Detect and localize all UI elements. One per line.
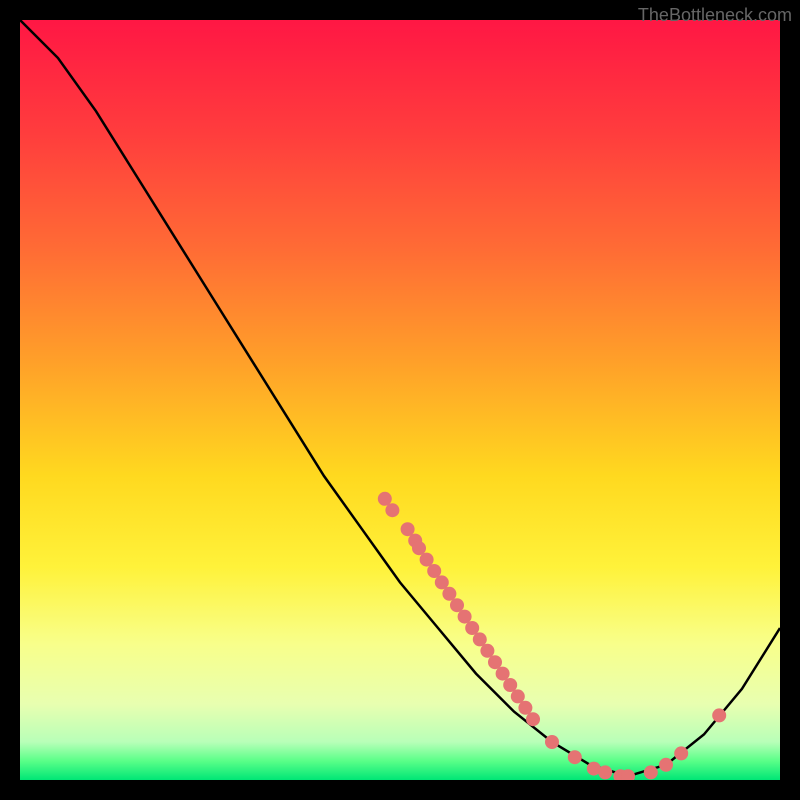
highlight-point [496,667,510,681]
highlight-point [526,712,540,726]
highlight-point [427,564,441,578]
highlight-point [442,587,456,601]
highlight-point [659,758,673,772]
highlight-point [420,553,434,567]
highlight-point [465,621,479,635]
highlight-point [480,644,494,658]
highlight-point [674,746,688,760]
highlight-point [435,575,449,589]
highlight-point [401,522,415,536]
chart-container [20,20,780,780]
highlight-point [378,492,392,506]
highlight-point [450,598,464,612]
highlight-point [458,610,472,624]
highlight-point [412,541,426,555]
highlight-point [385,503,399,517]
main-curve [20,20,780,776]
highlight-points-group [378,492,726,780]
highlight-point [644,765,658,779]
highlight-point [598,765,612,779]
highlight-point [545,735,559,749]
highlight-point [511,689,525,703]
highlight-point [518,701,532,715]
highlight-point [568,750,582,764]
highlight-point [712,708,726,722]
highlight-point [473,632,487,646]
watermark-text: TheBottleneck.com [638,5,792,26]
highlight-point [488,655,502,669]
highlight-point [503,678,517,692]
curve-layer [20,20,780,780]
